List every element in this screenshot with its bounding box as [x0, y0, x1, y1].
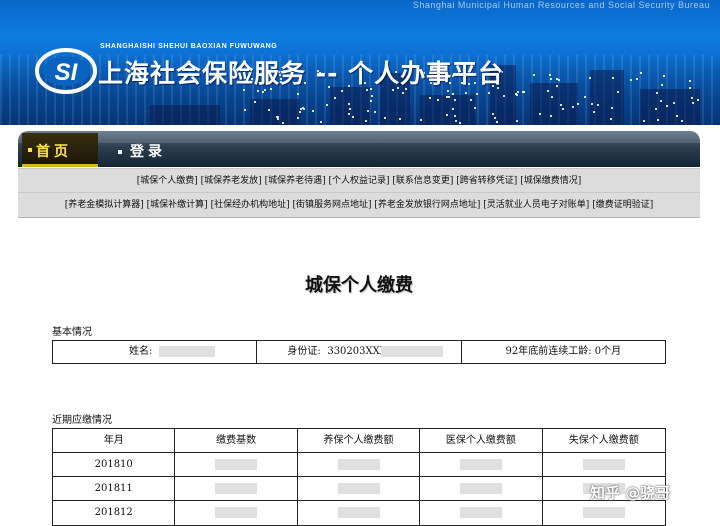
link-pension-benefits[interactable]: [城保养老待遇]	[265, 176, 326, 186]
col-header-base: 缴费基数	[175, 429, 298, 452]
bullet-icon	[118, 150, 122, 154]
link-pension-disbursement[interactable]: [城保养老发放]	[201, 176, 262, 186]
basic-info-label: 基本情况	[52, 327, 92, 338]
banner-top-text: Shanghai Municipal Human Resources and S…	[412, 0, 710, 10]
payments-table: 年月 缴费基数 养保个人缴费额 医保个人缴费额 失保个人缴费额 201810 2…	[52, 428, 666, 526]
id-label: 身份证:	[287, 346, 321, 357]
service-links-row-1: [城保个人缴费] [城保养老发放] [城保养老待遇] [个人权益记录] [联系信…	[18, 168, 700, 194]
svg-text:SI: SI	[55, 59, 79, 86]
redacted-value	[337, 459, 380, 470]
main-nav: 首页 登录	[18, 131, 700, 167]
link-personal-rights-record[interactable]: [个人权益记录]	[328, 176, 389, 186]
col-header-pension: 养保个人缴费额	[298, 429, 421, 452]
page-title: 城保个人缴费	[305, 275, 413, 296]
redacted-id	[381, 346, 444, 357]
redacted-value	[459, 483, 502, 494]
site-banner: Shanghai Municipal Human Resources and S…	[0, 0, 720, 125]
link-flexible-statement[interactable]: [灵活就业人员电子对账单]	[483, 200, 589, 210]
table-header-row: 年月 缴费基数 养保个人缴费额 医保个人缴费额 失保个人缴费额	[53, 429, 665, 453]
link-payment-status[interactable]: [城保缴费情况]	[520, 176, 581, 186]
row-month: 201810	[53, 453, 176, 476]
redacted-value	[215, 483, 258, 494]
row-month: 201811	[53, 477, 176, 500]
col-header-month: 年月	[53, 429, 176, 452]
link-cross-province-transfer[interactable]: [跨省转移凭证]	[456, 176, 517, 186]
table-row: 201812	[53, 501, 665, 525]
page-frame: 首页 登录 [城保个人缴费] [城保养老发放] [城保养老待遇] [个人权益记录…	[18, 125, 700, 526]
redacted-value	[582, 507, 625, 518]
col-header-unemployment: 失保个人缴费额	[568, 435, 639, 446]
link-street-service-points[interactable]: [街镇服务网点地址]	[292, 200, 371, 210]
redacted-value	[459, 459, 502, 470]
redacted-value	[215, 459, 258, 470]
col-header-medical: 医保个人缴费额	[420, 429, 543, 452]
zhihu-watermark: 知乎 @骁哥	[590, 484, 671, 502]
banner-pinyin: SHANGHAISHI SHEHUI BAOXIAN FUWUWANG	[100, 43, 278, 50]
link-contact-info-change[interactable]: [联系信息变更]	[392, 176, 453, 186]
banner-title: 上海社会保险服务 -- 个人办事平台	[98, 59, 505, 88]
bullet-icon	[28, 148, 32, 152]
basic-info-table: 姓名: 身份证: 330203XXX 92年底前连续工龄: 0个月	[52, 340, 666, 364]
id-prefix: 330203XXX	[327, 346, 387, 357]
row-month: 201812	[53, 501, 176, 525]
nav-login-tab[interactable]: 登录	[118, 141, 166, 161]
redacted-value	[215, 507, 258, 518]
name-label: 姓名:	[129, 346, 153, 357]
redacted-value	[337, 483, 380, 494]
link-pension-calculator[interactable]: [养老金模拟计算器]	[65, 200, 144, 210]
table-row: 201811	[53, 477, 665, 501]
name-cell: 姓名:	[53, 341, 258, 363]
nav-login-label: 登录	[130, 144, 166, 160]
redacted-value	[459, 507, 502, 518]
table-row: 201810	[53, 453, 665, 477]
nav-home-label: 首页	[36, 144, 72, 160]
link-office-address[interactable]: [社保经办机构地址]	[211, 200, 290, 210]
seniority-cell: 92年底前连续工龄: 0个月	[505, 346, 622, 357]
service-links-row-2: [养老金模拟计算器] [城保补缴计算] [社保经办机构地址] [街镇服务网点地址…	[18, 192, 700, 218]
nav-home-tab[interactable]: 首页	[22, 133, 98, 167]
link-bank-branches[interactable]: [养老金发放银行网点地址]	[374, 200, 480, 210]
link-payment-proof-verify[interactable]: [缴费证明验证]	[592, 200, 653, 210]
link-chengbao-personal-payment[interactable]: [城保个人缴费]	[137, 176, 198, 186]
redacted-value	[337, 507, 380, 518]
link-back-payment-calc[interactable]: [城保补缴计算]	[147, 200, 208, 210]
si-logo-icon[interactable]: SI	[34, 44, 98, 96]
id-cell: 身份证: 330203XXX	[257, 341, 462, 363]
redacted-name	[159, 346, 215, 357]
recent-payments-label: 近期应缴情况	[52, 415, 112, 426]
redacted-value	[582, 459, 625, 470]
